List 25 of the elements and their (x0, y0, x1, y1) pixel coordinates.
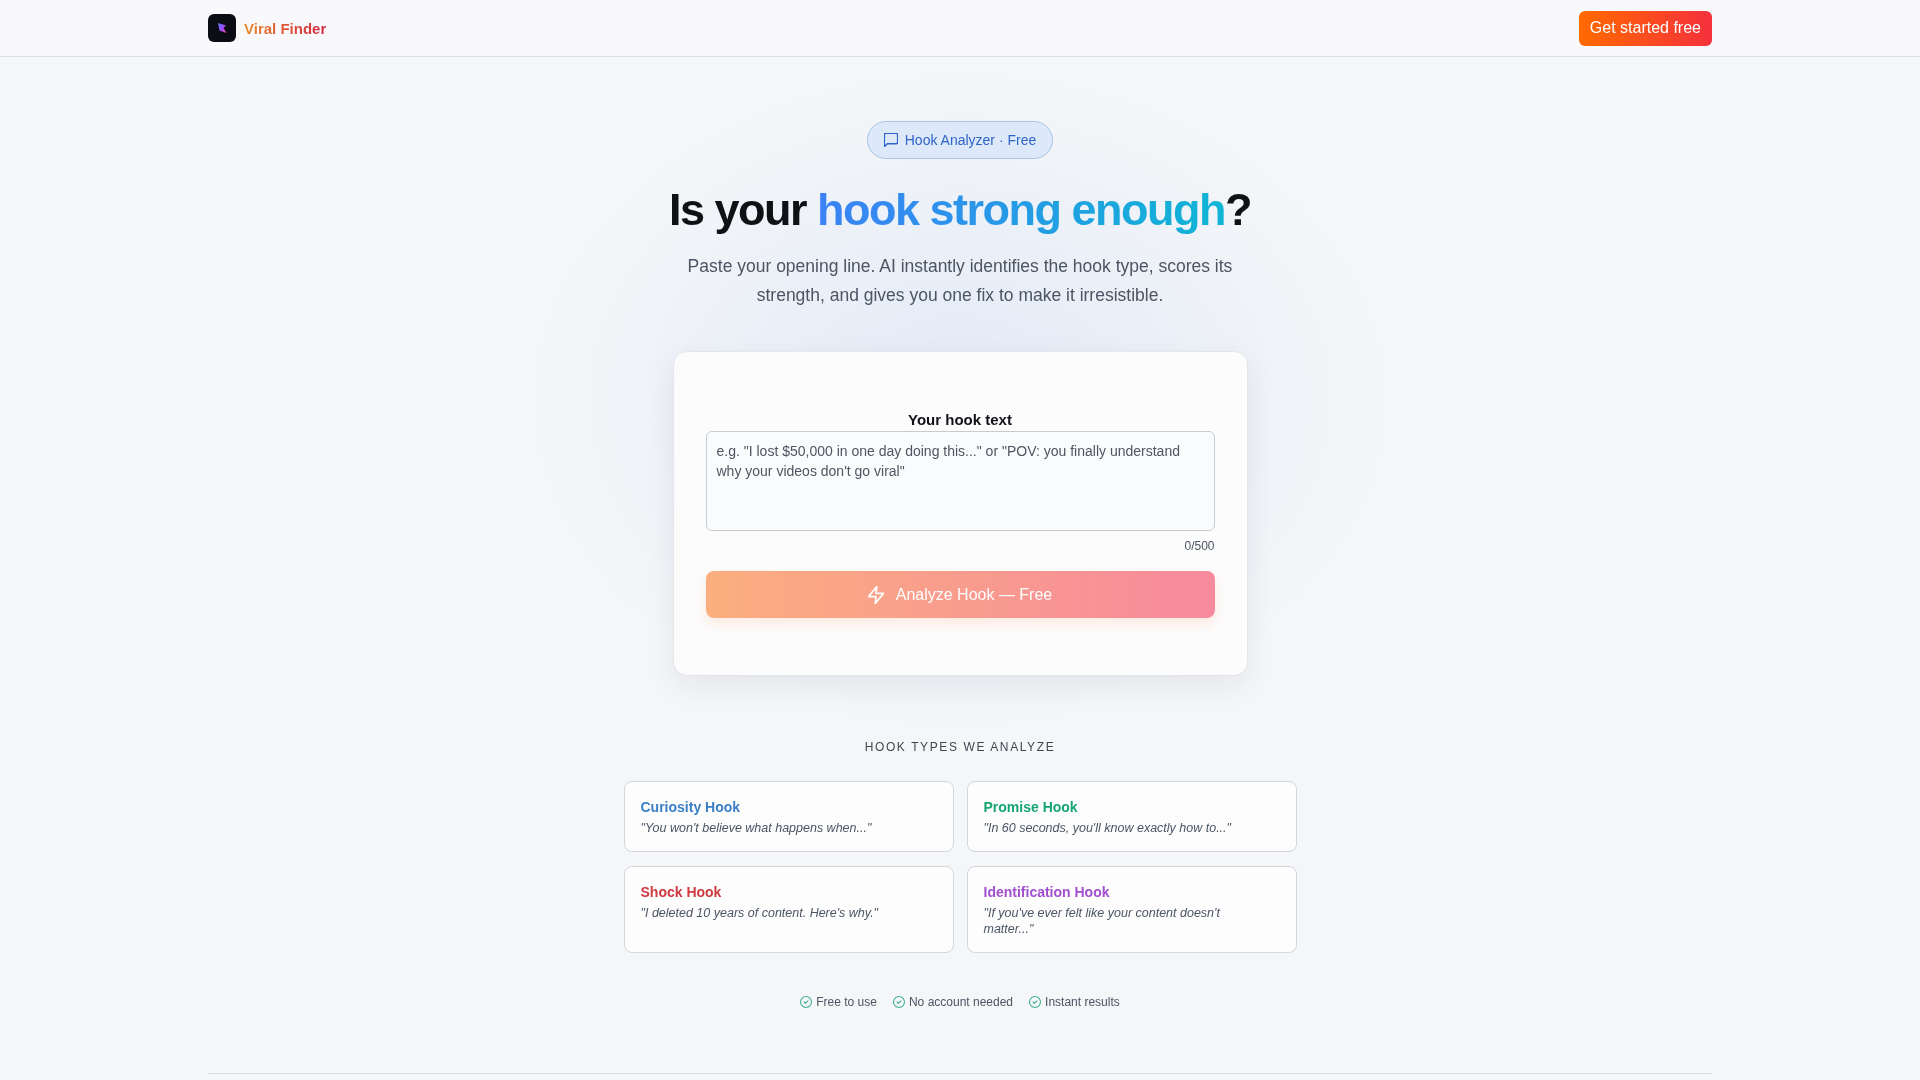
hook-type-title: Curiosity Hook (640, 798, 742, 816)
feature-label: No account needed (908, 994, 1014, 1010)
hook-type-example: "If you've ever felt like your content doesn't matter..." (983, 905, 1222, 937)
check-circle-icon (892, 996, 905, 1008)
lightning-icon (867, 585, 884, 604)
hook-type-title: Shock Hook (640, 883, 723, 901)
hook-type-example: "In 60 seconds, you'll know exactly how to..." (983, 820, 1233, 836)
feature-label: Instant results (1045, 994, 1120, 1010)
hero-subtitle: Paste your opening line. AI instantly identifies the hook type, scores its strength, and gives you one fix to make it irresistible. (686, 255, 1234, 307)
hook-text-field[interactable]: e.g. "I lost $50,000 in one day doing this..." or "POV: you finally understand why your videos don't go viral" (705, 431, 1215, 531)
check-circle-icon (800, 996, 813, 1008)
hook-type-example: "I deleted 10 years of content. Here's why." (640, 905, 880, 921)
feature-label: Free to use (816, 994, 877, 1010)
check-circle-icon (1029, 996, 1042, 1008)
logo-icon (208, 14, 236, 42)
chat-bubble-icon (883, 133, 898, 147)
character-count: 0/500 (1184, 538, 1215, 554)
hook-type-title: Identification Hook (983, 883, 1111, 901)
hook-text-label: Your hook text (908, 411, 1012, 429)
hook-type-example: "You won't believe what happens when..." (640, 820, 873, 836)
section-heading: HOOK TYPES WE ANALYZE (864, 739, 1056, 755)
badge-label: Hook Analyzer · Free (904, 132, 1037, 148)
get-started-button[interactable]: Get started free (1578, 10, 1712, 46)
hook-type-title: Promise Hook (983, 798, 1079, 816)
brand-link[interactable]: Viral Finder (208, 14, 327, 42)
